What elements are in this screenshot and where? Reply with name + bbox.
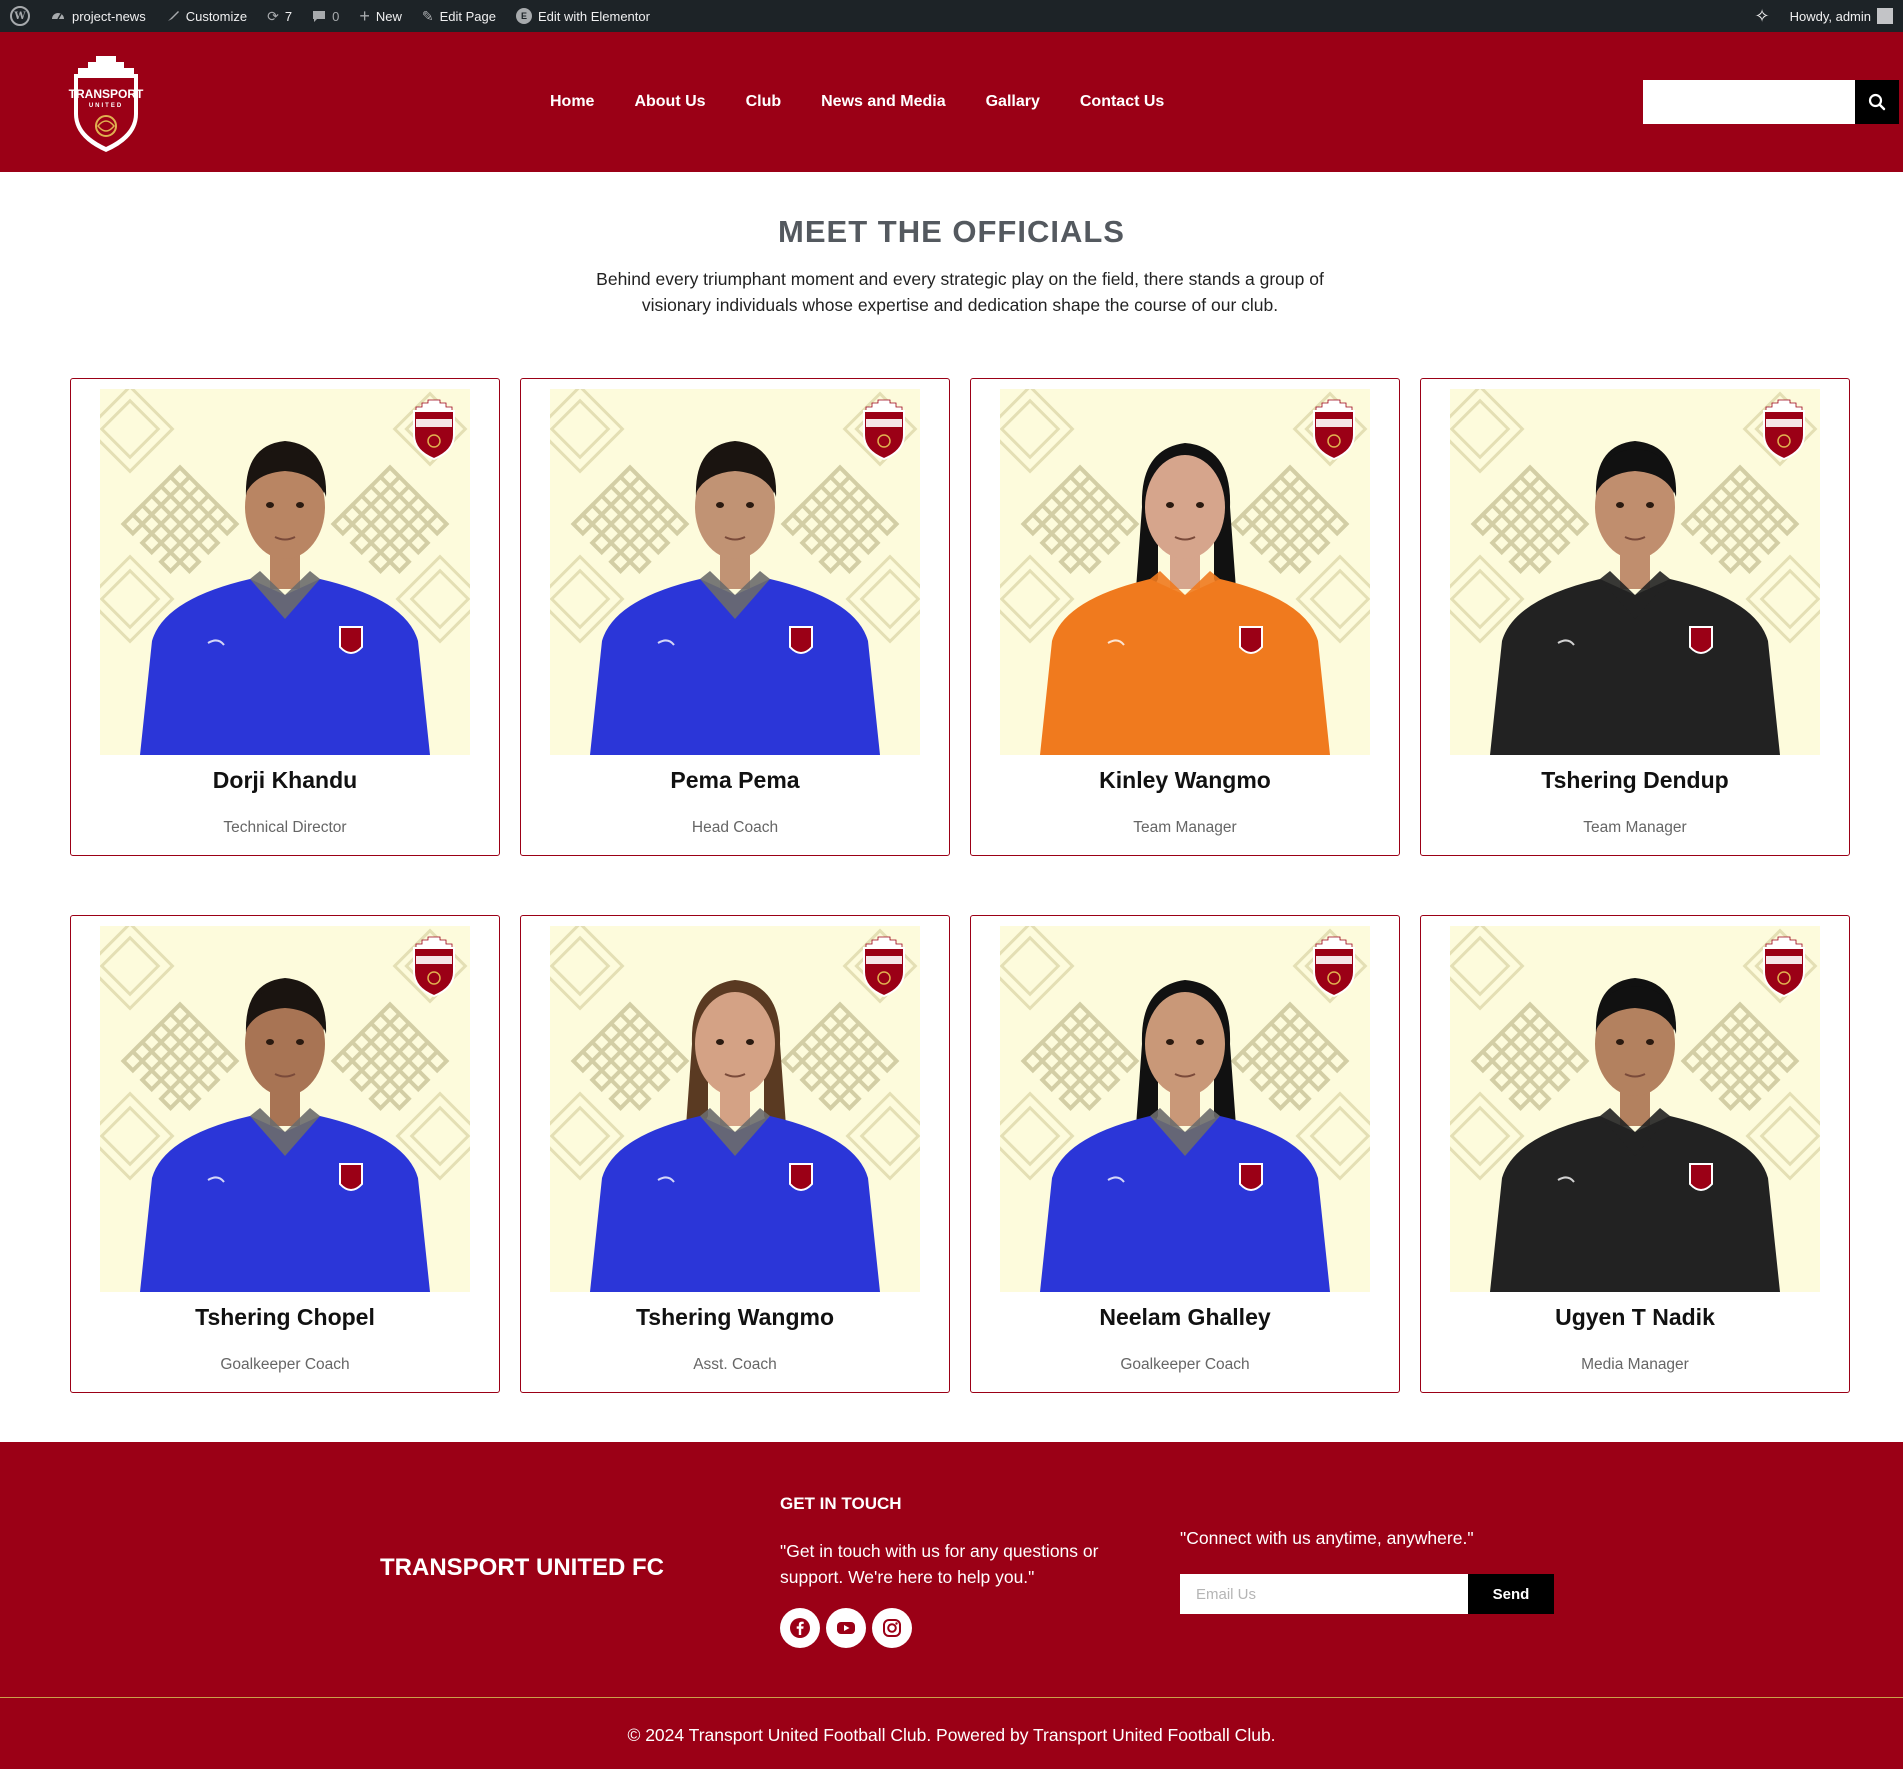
newsletter-email-input[interactable] (1180, 1574, 1468, 1614)
search-button[interactable] (1855, 80, 1899, 124)
comments-count: 0 (332, 8, 340, 24)
footer-divider (0, 1697, 1903, 1698)
official-name: Tshering Dendup (1541, 767, 1729, 793)
social-links (780, 1608, 912, 1648)
official-role: Media Manager (1581, 1356, 1689, 1373)
official-name: Pema Pema (670, 767, 800, 793)
facebook-icon (790, 1618, 810, 1638)
official-name: Kinley Wangmo (1099, 767, 1271, 793)
official-card[interactable]: Ugyen T Nadik Media Manager (1420, 915, 1850, 1393)
club-logo[interactable]: TRANSPORT UNITED (68, 54, 144, 154)
official-card[interactable]: Neelam Ghalley Goalkeeper Coach (970, 915, 1400, 1393)
elementor-link[interactable]: E Edit with Elementor (506, 0, 660, 32)
youtube-link[interactable] (826, 1608, 866, 1648)
official-name: Dorji Khandu (212, 767, 358, 793)
official-role: Goalkeeper Coach (1120, 1356, 1250, 1373)
dashboard-icon (50, 8, 66, 24)
official-card[interactable]: Tshering Chopel Goalkeeper Coach (70, 915, 500, 1393)
official-photo (1450, 926, 1820, 1292)
official-name: Tshering Wangmo (635, 1304, 835, 1330)
wordpress-icon: W (10, 6, 30, 26)
newsletter-send-button[interactable]: Send (1468, 1574, 1554, 1614)
official-card[interactable]: Kinley Wangmo Team Manager (970, 378, 1400, 856)
instagram-icon (883, 1619, 901, 1637)
official-photo (550, 926, 920, 1292)
footer-brand: TRANSPORT UNITED FC (380, 1554, 664, 1581)
elementor-label: Edit with Elementor (537, 8, 650, 24)
site-header: TRANSPORT UNITED Home About Us Club News… (0, 32, 1903, 172)
ai-sparkle-button[interactable]: ✧ (1745, 0, 1780, 32)
nav-news-and-media[interactable]: News and Media (821, 93, 945, 111)
official-role: Technical Director (223, 819, 347, 836)
nav-about-us[interactable]: About Us (634, 93, 705, 111)
avatar (1877, 8, 1893, 24)
section-subtitle: Behind every triumphant moment and every… (596, 269, 1324, 315)
admin-bar: W project-news Customize ⟳ 7 0 + New ✎ E… (0, 0, 1903, 32)
updates-link[interactable]: ⟳ 7 (257, 0, 302, 32)
official-card[interactable]: Dorji Khandu Technical Director (70, 378, 500, 856)
official-card[interactable]: Tshering Wangmo Asst. Coach (520, 915, 950, 1393)
footer-connect-text: "Connect with us anytime, anywhere." (1180, 1528, 1474, 1548)
footer-get-in-touch-heading: GET IN TOUCH (780, 1494, 902, 1513)
facebook-link[interactable] (780, 1608, 820, 1648)
search-icon (1868, 93, 1886, 111)
official-role: Team Manager (1583, 819, 1687, 836)
plus-icon: + (359, 5, 370, 26)
main-nav: Home About Us Club News and Media Gallar… (550, 32, 1164, 172)
search-input[interactable] (1643, 80, 1855, 124)
sparkle-icon: ✧ (1754, 5, 1770, 26)
new-label: New (375, 8, 402, 24)
updates-count: 7 (284, 8, 293, 24)
howdy-label: Howdy, admin (1789, 8, 1871, 24)
elementor-icon: E (515, 8, 532, 24)
official-card[interactable]: Pema Pema Head Coach (520, 378, 950, 856)
official-photo (1000, 389, 1370, 755)
official-role: Team Manager (1133, 819, 1237, 836)
updates-icon: ⟳ (267, 7, 279, 24)
brush-icon (166, 9, 180, 23)
comments-link[interactable]: 0 (302, 0, 349, 32)
youtube-icon (837, 1622, 855, 1634)
official-photo (100, 926, 470, 1292)
wp-logo-menu[interactable]: W (0, 0, 40, 32)
official-photo (100, 389, 470, 755)
customize-label: Customize (185, 8, 248, 24)
site-name-menu[interactable]: project-news (40, 0, 156, 32)
footer-copyright: © 2024 Transport United Football Club. P… (627, 1725, 1276, 1745)
footer-touch-text: "Get in touch with us for any questions … (780, 1541, 1099, 1587)
site-footer: TRANSPORT UNITED FC GET IN TOUCH "Get in… (0, 1442, 1903, 1769)
official-photo (1450, 389, 1820, 755)
edit-page-link[interactable]: ✎ Edit Page (412, 0, 506, 32)
official-photo (550, 389, 920, 755)
official-role: Head Coach (691, 819, 779, 836)
instagram-link[interactable] (872, 1608, 912, 1648)
official-name: Ugyen T Nadik (1555, 1304, 1715, 1330)
official-role: Asst. Coach (693, 1356, 777, 1373)
comment-icon (312, 9, 326, 23)
edit-page-label: Edit Page (439, 8, 496, 24)
official-name: Neelam Ghalley (1099, 1304, 1271, 1330)
nav-gallary[interactable]: Gallary (986, 93, 1040, 111)
pencil-icon: ✎ (421, 7, 434, 24)
official-role: Goalkeeper Coach (220, 1356, 350, 1373)
new-content-link[interactable]: + New (349, 0, 412, 32)
section-title: MEET THE OFFICIALS (778, 214, 1125, 249)
official-name: Tshering Chopel (195, 1304, 375, 1330)
site-name: project-news (72, 8, 146, 24)
customize-link[interactable]: Customize (156, 0, 257, 32)
official-photo (1000, 926, 1370, 1292)
nav-club[interactable]: Club (746, 93, 782, 111)
nav-contact-us[interactable]: Contact Us (1080, 93, 1164, 111)
nav-home[interactable]: Home (550, 93, 594, 111)
logo-subtext: UNITED (89, 103, 123, 109)
official-card[interactable]: Tshering Dendup Team Manager (1420, 378, 1850, 856)
logo-text: TRANSPORT (69, 87, 144, 101)
my-account-menu[interactable]: Howdy, admin (1780, 0, 1903, 32)
